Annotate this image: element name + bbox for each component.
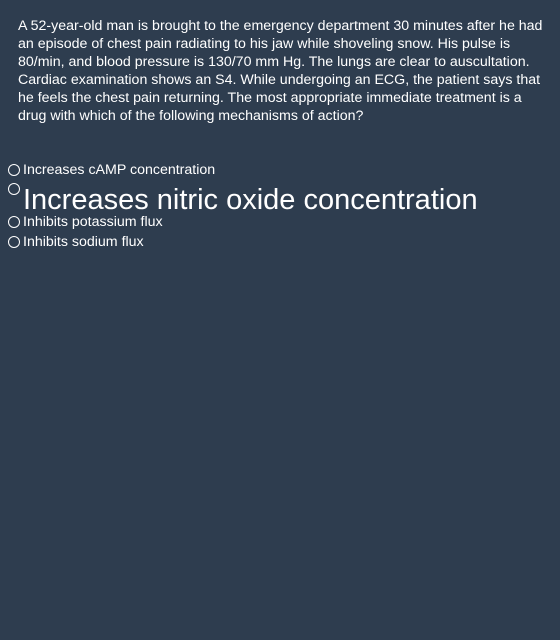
option-label: Inhibits sodium flux xyxy=(23,234,144,250)
radio-button-icon[interactable] xyxy=(8,164,20,176)
radio-button-icon[interactable] xyxy=(8,183,20,195)
answer-options: Increases cAMP concentration Increases n… xyxy=(8,161,553,251)
option-label: Inhibits potassium flux xyxy=(23,214,163,230)
option-inhibits-sodium-flux[interactable]: Inhibits sodium flux xyxy=(8,233,553,251)
option-label: Increases cAMP concentration xyxy=(23,162,216,178)
option-increases-nitric-oxide[interactable]: Increases nitric oxide concentration xyxy=(8,182,553,216)
radio-button-icon[interactable] xyxy=(8,216,20,228)
option-increases-camp[interactable]: Increases cAMP concentration xyxy=(8,161,553,179)
radio-button-icon[interactable] xyxy=(8,236,20,248)
option-label: Increases nitric oxide concentration xyxy=(23,184,478,216)
question-text: A 52-year-old man is brought to the emer… xyxy=(18,18,543,124)
